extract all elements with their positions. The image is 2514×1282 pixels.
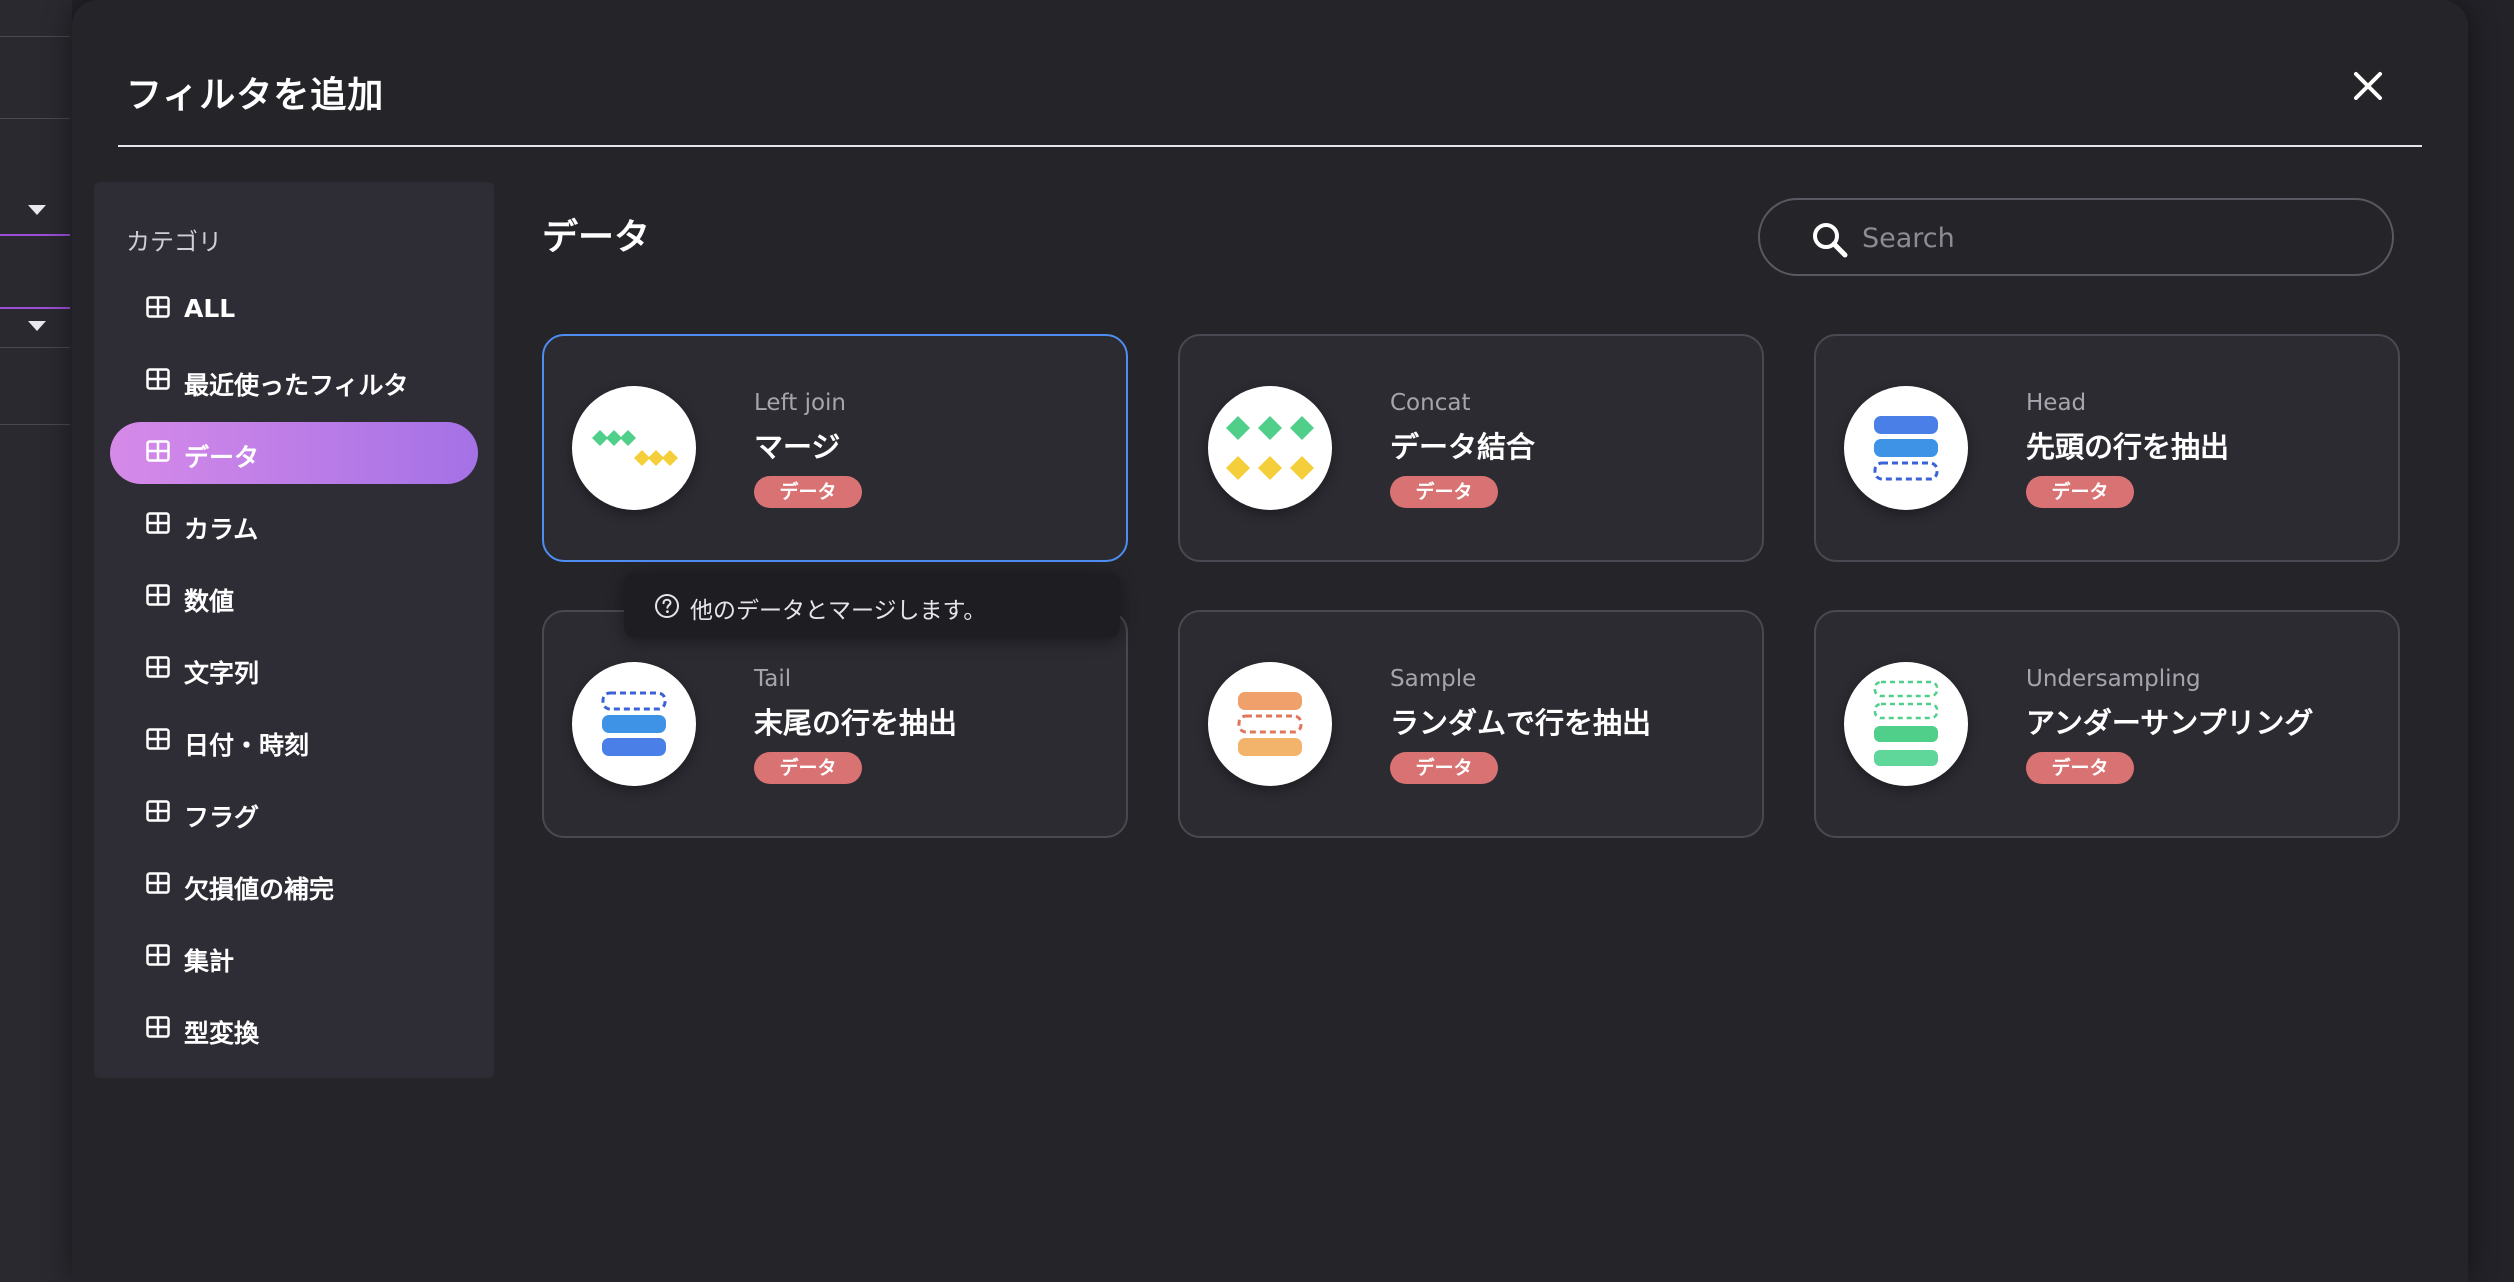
header-divider [118,145,2422,147]
category-item-column[interactable]: カラム [110,494,478,556]
background-divider [0,347,70,348]
category-item-label: 最近使ったフィルタ [184,371,409,400]
card-english-name: Head [2026,390,2087,416]
table-icon [146,728,170,750]
table-icon [146,512,170,534]
background-dropdown-caret[interactable] [28,205,46,215]
category-item-label: 型変換 [184,1019,260,1048]
card-english-name: Left join [754,390,847,416]
card-category-badge: データ [1390,476,1498,508]
merge-icon [572,386,696,510]
table-icon [146,944,170,966]
concat-icon [1208,386,1332,510]
filter-card-left-join[interactable]: Left join マージ データ [542,334,1128,562]
category-item-aggregate[interactable]: 集計 [110,926,478,988]
category-item-data[interactable]: データ [110,422,478,484]
category-item-string[interactable]: 文字列 [110,638,478,700]
head-rows-icon [1844,386,1968,510]
card-english-name: Tail [754,666,792,692]
category-item-label: データ [184,443,260,472]
card-title: マージ [754,430,841,464]
category-item-label: 文字列 [184,659,260,688]
category-item-label: カラム [184,515,259,544]
modal-title: フィルタを追加 [126,75,385,116]
card-tooltip: 他のデータとマージします。 [624,572,1120,638]
category-item-impute[interactable]: 欠損値の補完 [110,854,478,916]
category-item-recent[interactable]: 最近使ったフィルタ [110,350,478,412]
card-category-badge: データ [1390,752,1498,784]
card-category-badge: データ [2026,752,2134,784]
category-heading: カテゴリ [126,228,222,256]
card-title: ランダムで行を抽出 [1390,706,1652,740]
card-title: 末尾の行を抽出 [754,706,958,740]
card-category-badge: データ [2026,476,2134,508]
background-dropdown-caret[interactable] [28,321,46,331]
search-input[interactable] [1860,214,2364,262]
card-category-badge: データ [754,752,862,784]
add-filter-modal: フィルタを追加 カテゴリ ALL 最近使ったフィルタ データ カラム 数値 文字… [72,0,2468,1282]
category-item-type-cast[interactable]: 型変換 [110,998,478,1060]
undersampling-icon [1844,662,1968,786]
card-english-name: Concat [1390,390,1471,416]
category-item-numeric[interactable]: 数値 [110,566,478,628]
category-item-all[interactable]: ALL [110,278,478,340]
tail-rows-icon [572,662,696,786]
category-item-label: 欠損値の補完 [184,875,335,904]
help-icon [655,594,679,618]
background-divider [0,36,70,37]
table-icon [146,872,170,894]
table-icon [146,800,170,822]
filter-card-concat[interactable]: Concat データ結合 データ [1178,334,1764,562]
background-divider [0,118,70,119]
sample-rows-icon [1208,662,1332,786]
table-icon [146,440,170,462]
table-icon [146,296,170,318]
category-item-label: フラグ [184,803,260,832]
close-button[interactable] [2344,62,2392,110]
category-item-label: ALL [184,294,236,323]
category-item-label: 集計 [184,947,235,976]
search-box[interactable] [1758,198,2394,276]
close-icon [2354,72,2382,100]
filter-card-undersampling[interactable]: Undersampling アンダーサンプリング データ [1814,610,2400,838]
category-item-flag[interactable]: フラグ [110,782,478,844]
card-title: アンダーサンプリング [2026,706,2314,740]
category-item-datetime[interactable]: 日付・時刻 [110,710,478,772]
table-icon [146,1016,170,1038]
card-title: 先頭の行を抽出 [2026,430,2230,464]
category-item-label: 数値 [184,587,235,616]
tooltip-text: 他のデータとマージします。 [690,598,987,624]
filter-card-head[interactable]: Head 先頭の行を抽出 データ [1814,334,2400,562]
table-icon [146,656,170,678]
card-english-name: Sample [1390,666,1477,692]
category-sidebar: カテゴリ ALL 最近使ったフィルタ データ カラム 数値 文字列 日付・時刻 [94,182,494,1078]
card-category-badge: データ [754,476,862,508]
search-icon [1813,223,1848,258]
background-divider [0,234,70,236]
category-item-label: 日付・時刻 [184,731,310,760]
table-icon [146,368,170,390]
filter-card-sample[interactable]: Sample ランダムで行を抽出 データ [1178,610,1764,838]
background-divider [0,307,70,309]
card-title: データ結合 [1390,430,1536,464]
table-icon [146,584,170,606]
background-divider [0,424,70,425]
filter-card-tail[interactable]: Tail 末尾の行を抽出 データ [542,610,1128,838]
section-title: データ [542,217,651,258]
card-english-name: Undersampling [2026,666,2201,692]
background-app-panel [0,0,72,1282]
